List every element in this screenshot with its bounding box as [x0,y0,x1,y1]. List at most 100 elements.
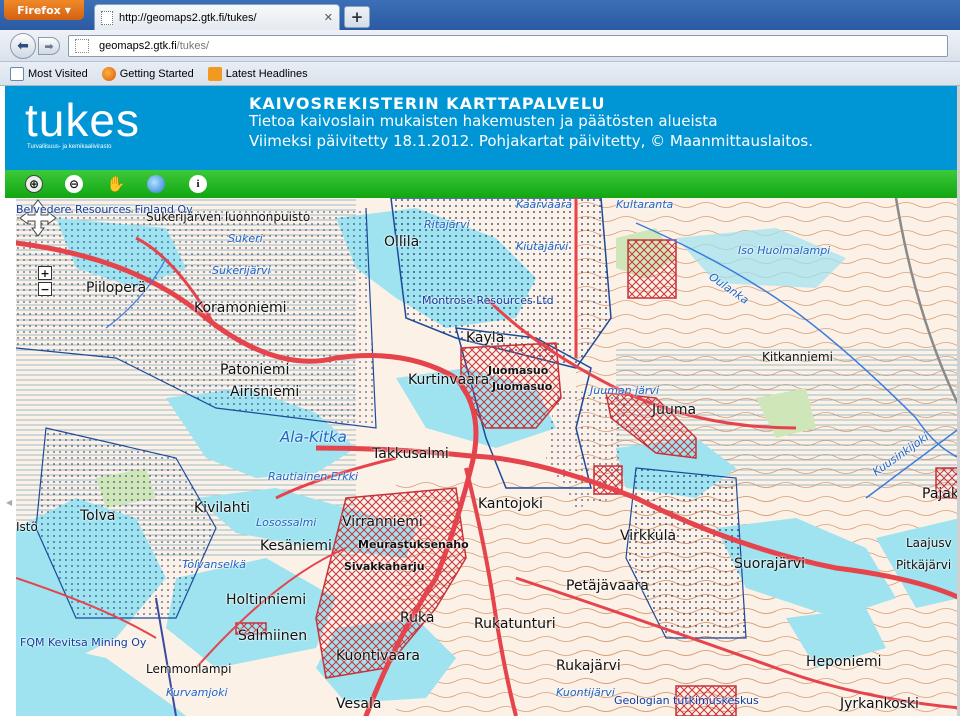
tab-title: http://geomaps2.gtk.fi/tukes/ [119,11,257,24]
reservation-label: Sivakkaharju [344,560,425,573]
water-label: Ritajärvi [424,218,470,231]
reservation-label: Meurastuksenaho [358,538,469,551]
place-label: Suorajärvi [734,556,806,572]
water-label: Rautiainen Erkki [268,470,358,483]
map-zoom-out-button[interactable]: − [38,282,52,296]
rss-feed-icon [207,66,222,81]
place-label: Laajusv [906,536,952,550]
map-canvas [16,198,960,716]
water-label: Iso Huolmalampi [738,244,831,257]
zoom-in-tool[interactable]: ⊕ [25,175,43,193]
water-label: Ala-Kitka [280,428,347,446]
water-label: Kiutajärvi [516,240,569,253]
place-label: Koramoniemi [194,300,287,316]
full-extent-tool[interactable] [147,175,165,193]
zoom-out-tool[interactable]: ⊖ [65,175,83,193]
place-label: Sukerijärven luonnonpuisto [146,210,311,224]
place-label: Salmiinen [238,628,308,644]
tukes-logo[interactable]: tukes [25,97,140,143]
place-label: Vesala [336,696,382,712]
navigation-bar: ⬅ ➡ geomaps2.gtk.fi/tukes/ [0,30,960,62]
place-label: Jyrkankoski [840,696,919,712]
place-label: Takkusalmi [372,446,449,462]
place-label: Pajak [922,486,959,502]
place-label: Rukatunturi [474,616,556,632]
most-visited-icon [10,66,24,81]
bookmark-most-visited[interactable]: Most Visited [10,66,88,81]
water-label: Kurvamjoki [166,686,228,699]
water-label: Kultaranta [616,198,674,211]
bookmark-latest-headlines[interactable]: Latest Headlines [207,66,308,81]
place-label: Pitkäjärvi [896,558,952,572]
place-label: Heponiemi [806,654,882,670]
new-tab-button[interactable]: + [344,6,370,28]
map-zoom-in-button[interactable]: + [38,266,52,280]
place-label: Ollila [384,234,420,250]
update-info: Viimeksi päivitetty 18.1.2012. Pohjakart… [249,132,813,150]
place-label: Kuontivaara [336,648,420,664]
water-label: Juuman järvi [590,384,659,397]
place-label: Istö [16,520,38,534]
water-label: Sukerijärvi [212,264,271,277]
url-path: /tukes/ [176,40,210,52]
map-toolbar: ⊕ ⊖ ✋ i [5,170,960,198]
info-icon: i [196,178,200,190]
firefox-menu-label: Firefox [17,3,61,17]
forward-button[interactable]: ➡ [38,37,60,55]
info-tool[interactable]: i [189,175,207,193]
water-label: Kaarvaara [516,198,573,211]
firefox-menu-button[interactable]: Firefox ▼ [4,0,84,20]
water-label: Sukeri [228,232,263,245]
map-viewport[interactable]: + − Belvedere Resources Finland Oy Montr… [16,198,960,716]
collapse-arrow-icon[interactable]: ◀ [6,498,12,507]
bookmarks-toolbar: Most Visited Getting Started Latest Head… [0,62,960,86]
bookmark-label: Most Visited [28,67,88,80]
place-label: Airisniemi [230,384,300,400]
browser-titlebar: Firefox ▼ http://geomaps2.gtk.fi/tukes/ ✕… [0,0,960,30]
page-title: KAIVOSREKISTERIN KARTTAPALVELU [249,94,606,113]
page-left-margin: ◀ [0,198,16,716]
place-label: Piiloperä [86,280,147,296]
place-label: Juuma [652,402,697,418]
place-label: Kayla [466,330,505,346]
back-button[interactable]: ⬅ [10,33,36,59]
place-label: Virkkula [620,528,677,544]
place-label: Ruka [400,610,435,626]
site-identity-icon[interactable] [75,39,89,53]
bookmark-getting-started[interactable]: Getting Started [101,66,194,81]
water-label: Kuontijärvi [556,686,615,699]
water-label: Losossalmi [256,516,317,529]
company-label: Montrose Resources Ltd [422,294,554,307]
reservation-label: Juomasuo [488,364,549,377]
forward-arrow-icon: ➡ [44,39,54,53]
place-label: Petäjävaara [566,578,649,594]
address-bar[interactable]: geomaps2.gtk.fi/tukes/ [68,35,948,57]
url-domain: geomaps2.gtk.fi [99,40,177,52]
chevron-down-icon: ▼ [64,5,71,15]
place-label: Kantojoki [478,496,543,512]
reservation-label: Juomasuo [492,380,553,393]
pan-tool[interactable]: ✋ [106,175,126,193]
place-label: Lemmonlampi [146,662,232,676]
place-label: Virranniemi [342,514,423,530]
place-label: Kesäniemi [260,538,332,554]
zoom-in-icon: ⊕ [28,177,40,191]
bookmark-label: Getting Started [119,67,194,80]
page-icon [101,10,113,25]
water-label: Tolvanselkä [182,558,247,571]
place-label: Kitkanniemi [762,350,833,364]
browser-tab[interactable]: http://geomaps2.gtk.fi/tukes/ ✕ [94,4,340,30]
bookmark-label: Latest Headlines [225,67,308,80]
company-label: Geologian tutkimuskeskus [614,694,759,707]
zoom-control: + − [38,266,52,298]
place-label: Tolva [80,508,116,524]
company-label: FQM Kevitsa Mining Oy [20,636,147,649]
place-label: Rukajärvi [556,658,621,674]
zoom-out-icon: ⊖ [68,177,80,191]
firefox-icon [101,66,116,81]
place-label: Patoniemi [220,362,290,378]
place-label: Kivilahti [194,500,250,516]
tab-close-icon[interactable]: ✕ [324,11,333,24]
hand-icon: ✋ [106,175,126,193]
place-label: Holtinniemi [226,592,307,608]
